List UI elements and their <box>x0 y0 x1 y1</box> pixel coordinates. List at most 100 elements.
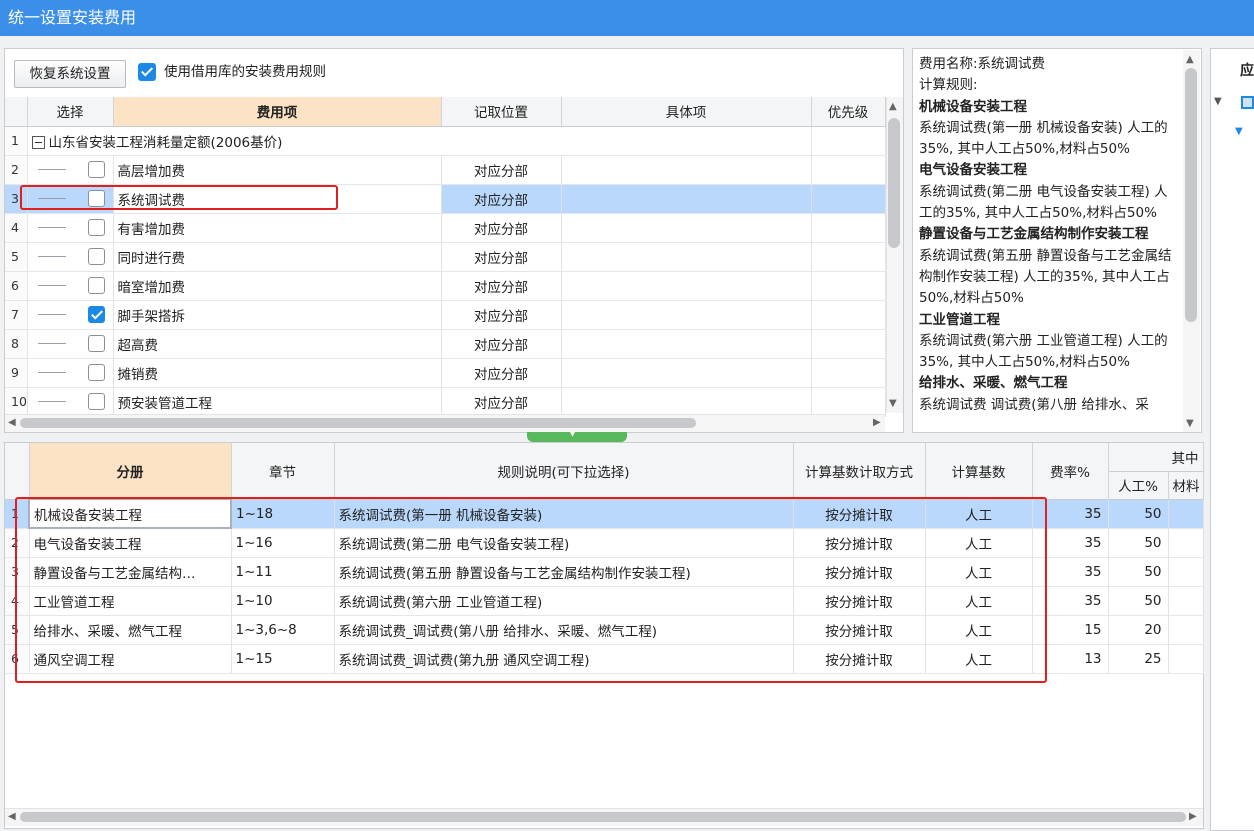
scroll-down-icon[interactable]: ▼ <box>889 396 897 412</box>
rule-cell[interactable]: 系统调试费(第二册 电气设备安装工程) <box>334 528 794 558</box>
material-cell[interactable] <box>1168 557 1204 587</box>
calc-base-cell[interactable]: 人工 <box>925 557 1033 587</box>
fee-table-hscroll-thumb[interactable] <box>20 418 696 428</box>
fee-item-name[interactable]: 摊销费 <box>113 358 442 388</box>
rules-table-hscroll-thumb[interactable] <box>20 812 1186 822</box>
scroll-right-icon[interactable]: ▶ <box>1189 809 1197 825</box>
volume-cell[interactable]: 通风空调工程 <box>29 644 232 674</box>
labor-column-header[interactable]: 人工% <box>1108 471 1169 500</box>
priority[interactable] <box>811 271 886 301</box>
fee-position[interactable]: 对应分部 <box>441 271 562 301</box>
rate-cell[interactable]: 13 <box>1032 644 1109 674</box>
material-cell[interactable] <box>1168 644 1204 674</box>
table-row[interactable]: 6 暗室增加费 对应分部 <box>5 271 886 301</box>
material-column-header[interactable]: 材料 <box>1168 471 1204 500</box>
fee-item-name[interactable]: 有害增加费 <box>113 213 442 243</box>
specific-item[interactable] <box>561 242 812 272</box>
rate-cell[interactable]: 35 <box>1032 499 1109 529</box>
fee-position[interactable]: 对应分部 <box>441 329 562 359</box>
calc-method-cell[interactable]: 按分摊计取 <box>793 499 926 529</box>
labor-cell[interactable]: 50 <box>1108 557 1169 587</box>
select-column-header[interactable]: 选择 <box>27 97 114 127</box>
calc-base-cell[interactable]: 人工 <box>925 499 1033 529</box>
fee-table-vscroll-thumb[interactable] <box>888 118 900 248</box>
rule-row[interactable]: 6 通风空调工程 1~15 系统调试费_调试费(第九册 通风空调工程) 按分摊计… <box>5 644 1204 674</box>
fee-position[interactable]: 对应分部 <box>441 155 562 185</box>
specific-item[interactable] <box>561 184 812 214</box>
material-cell[interactable] <box>1168 615 1204 645</box>
priority[interactable] <box>811 242 886 272</box>
fee-position[interactable]: 对应分部 <box>441 242 562 272</box>
priority[interactable] <box>811 329 886 359</box>
select-checkbox[interactable] <box>87 335 105 352</box>
tree-expand-icon[interactable]: ▼ <box>1214 96 1222 107</box>
calc-base-cell[interactable]: 人工 <box>925 644 1033 674</box>
scroll-up-icon[interactable]: ▲ <box>889 99 897 115</box>
calc-method-cell[interactable]: 按分摊计取 <box>793 528 926 558</box>
position-column-header[interactable]: 记取位置 <box>441 97 562 127</box>
fee-item-name[interactable]: 超高费 <box>113 329 442 359</box>
table-row[interactable]: 4 有害增加费 对应分部 <box>5 213 886 243</box>
priority[interactable] <box>811 155 886 185</box>
rate-column-header[interactable]: 费率% <box>1032 443 1109 500</box>
priority[interactable] <box>811 213 886 243</box>
specific-item[interactable] <box>561 358 812 388</box>
fee-item-name[interactable]: 系统调试费 <box>113 184 442 214</box>
scroll-left-icon[interactable]: ◀ <box>8 415 16 431</box>
rule-row[interactable]: 3 静置设备与工艺金属结构… 1~11 系统调试费(第五册 静置设备与工艺金属结… <box>5 557 1204 587</box>
rule-column-header[interactable]: 规则说明(可下拉选择) <box>334 443 794 500</box>
table-row[interactable]: 10 预安装管道工程 对应分部 <box>5 387 886 417</box>
labor-cell[interactable]: 25 <box>1108 644 1169 674</box>
chapter-column-header[interactable]: 章节 <box>231 443 335 500</box>
table-row-group[interactable]: 1 山东省安装工程消耗量定额(2006基价) <box>5 126 886 156</box>
calc-method-cell[interactable]: 按分摊计取 <box>793 644 926 674</box>
table-row[interactable]: 5 同时进行费 对应分部 <box>5 242 886 272</box>
calc-method-column-header[interactable]: 计算基数计取方式 <box>793 443 926 500</box>
volume-cell[interactable]: 工业管道工程 <box>29 586 232 616</box>
chapter-cell[interactable]: 1~10 <box>231 586 335 616</box>
material-cell[interactable] <box>1168 528 1204 558</box>
labor-cell[interactable]: 20 <box>1108 615 1169 645</box>
rule-row[interactable]: 2 电气设备安装工程 1~16 系统调试费(第二册 电气设备安装工程) 按分摊计… <box>5 528 1204 558</box>
priority[interactable] <box>811 387 886 417</box>
specific-item[interactable] <box>561 329 812 359</box>
volume-cell[interactable]: 给排水、采暖、燃气工程 <box>29 615 232 645</box>
select-checkbox[interactable] <box>87 161 105 178</box>
fee-position[interactable]: 对应分部 <box>441 213 562 243</box>
fee-position[interactable]: 对应分部 <box>441 387 562 417</box>
calc-base-cell[interactable]: 人工 <box>925 615 1033 645</box>
fee-item-name[interactable]: 暗室增加费 <box>113 271 442 301</box>
volume-cell[interactable]: 静置设备与工艺金属结构… <box>29 557 232 587</box>
chapter-cell[interactable]: 1~11 <box>231 557 335 587</box>
fee-item-name[interactable]: 高层增加费 <box>113 155 442 185</box>
scroll-up-icon[interactable]: ▲ <box>1186 52 1194 68</box>
scroll-right-icon[interactable]: ▶ <box>873 415 881 431</box>
collapse-minus-icon[interactable] <box>31 136 45 149</box>
rate-cell[interactable]: 35 <box>1032 586 1109 616</box>
rule-cell[interactable]: 系统调试费_调试费(第八册 给排水、采暖、燃气工程) <box>334 615 794 645</box>
labor-cell[interactable]: 50 <box>1108 499 1169 529</box>
scroll-left-icon[interactable]: ◀ <box>8 809 16 825</box>
specific-item[interactable] <box>561 271 812 301</box>
tree-node-checkbox[interactable] <box>1241 96 1254 109</box>
volume-column-header[interactable]: 分册 <box>29 443 232 500</box>
restore-system-settings-button[interactable]: 恢复系统设置 <box>14 60 126 88</box>
table-row-selected[interactable]: 3 系统调试费 对应分部 <box>5 184 886 214</box>
rule-row[interactable]: 4 工业管道工程 1~10 系统调试费(第六册 工业管道工程) 按分摊计取 人工… <box>5 586 1204 616</box>
fee-item-name[interactable]: 预安装管道工程 <box>113 387 442 417</box>
chapter-cell[interactable]: 1~15 <box>231 644 335 674</box>
rate-cell[interactable]: 15 <box>1032 615 1109 645</box>
fee-item-name[interactable]: 脚手架搭拆 <box>113 300 442 330</box>
fee-item-name[interactable]: 同时进行费 <box>113 242 442 272</box>
table-row[interactable]: 8 超高费 对应分部 <box>5 329 886 359</box>
priority[interactable] <box>811 300 886 330</box>
fee-item-column-header[interactable]: 费用项 <box>113 97 442 127</box>
labor-cell[interactable]: 50 <box>1108 586 1169 616</box>
specific-item[interactable] <box>561 213 812 243</box>
tree-expand-icon[interactable]: ▼ <box>1235 126 1243 137</box>
rule-cell[interactable]: 系统调试费(第五册 静置设备与工艺金属结构制作安装工程) <box>334 557 794 587</box>
table-row[interactable]: 2 高层增加费 对应分部 <box>5 155 886 185</box>
select-checkbox[interactable] <box>87 364 105 381</box>
select-checkbox[interactable] <box>87 393 105 410</box>
rule-cell[interactable]: 系统调试费(第六册 工业管道工程) <box>334 586 794 616</box>
